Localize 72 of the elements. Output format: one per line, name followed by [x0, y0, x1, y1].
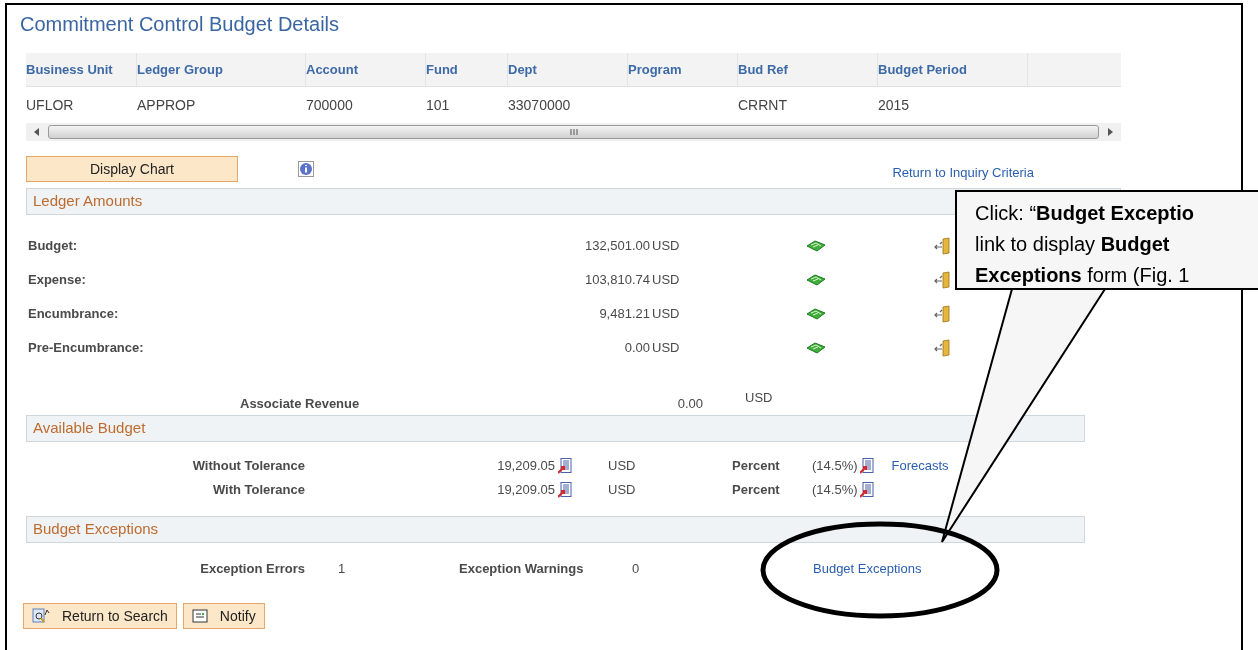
currency: USD — [651, 271, 681, 290]
column-header: Ledger Group — [137, 60, 223, 79]
search-return-icon — [32, 608, 50, 624]
column-header: Bud Ref — [738, 60, 788, 79]
return-to-inquiry-link[interactable]: Return to Inquiry Criteria — [892, 163, 1034, 183]
amount: 132,501.00 — [583, 237, 650, 256]
book-icon[interactable] — [806, 341, 826, 355]
ledger-label: Encumbrance: — [27, 305, 120, 324]
exception-warnings-count: 0 — [632, 560, 641, 579]
column-header: Fund — [426, 60, 458, 79]
scroll-grip-icon[interactable] — [569, 129, 578, 135]
column-header: Budget Period — [878, 60, 967, 79]
table-cell: APPROP — [137, 97, 196, 113]
amount: 19,209.05 — [496, 457, 555, 476]
table-cell: UFLOR — [26, 97, 74, 113]
footer-button[interactable]: Notify — [182, 603, 265, 629]
tolerance-label: Without Tolerance — [191, 457, 305, 476]
footer-button[interactable]: Return to Search — [23, 603, 177, 629]
forecasts-link[interactable]: Forecasts — [891, 456, 949, 476]
book-icon[interactable] — [806, 239, 826, 253]
amount: 19,209.05 — [496, 481, 555, 500]
currency: USD — [608, 481, 637, 500]
column-header: Account — [306, 60, 358, 79]
notify-icon — [191, 609, 208, 623]
report-icon[interactable] — [859, 482, 874, 498]
door-arrow-icon[interactable] — [934, 271, 952, 289]
currency: USD — [651, 237, 681, 256]
currency: USD — [745, 388, 773, 407]
section-title: Available Budget — [33, 418, 146, 439]
percent-value: (14.5%) — [812, 457, 858, 476]
amount: 0.00 — [676, 394, 703, 413]
table-cell: 2015 — [878, 97, 910, 113]
report-icon[interactable] — [558, 458, 572, 474]
table-cell: 33070000 — [508, 97, 571, 113]
column-header: Program — [628, 60, 682, 79]
section-title: Budget Exceptions — [33, 519, 159, 540]
currency: USD — [608, 457, 637, 476]
budget-exceptions-link[interactable]: Budget Exceptions — [813, 559, 922, 579]
table-cell: 700000 — [306, 97, 353, 113]
book-icon[interactable] — [806, 307, 826, 321]
percent-label: Percent — [732, 481, 781, 500]
info-icon[interactable] — [298, 161, 314, 177]
book-icon[interactable] — [806, 273, 826, 287]
door-arrow-icon[interactable] — [934, 305, 952, 323]
exception-warnings-label: Exception Warnings — [459, 560, 585, 579]
report-icon[interactable] — [859, 458, 874, 474]
currency: USD — [651, 305, 681, 324]
horizontal-scrollbar[interactable] — [26, 123, 1121, 141]
table-cell: CRRNT — [738, 97, 787, 113]
callout-text: Click: “Budget Exceptio link to display Budget Exceptions form (Fig. 1 — [975, 201, 1195, 288]
column-header: Business Unit — [26, 60, 113, 79]
amount: 103,810.74 — [583, 271, 650, 290]
page-title: Commitment Control Budget Details — [20, 12, 340, 36]
ledger-label: Budget: — [27, 237, 79, 256]
display-chart-button[interactable]: Display Chart — [26, 156, 238, 182]
exception-errors-count: 1 — [338, 560, 347, 579]
table-cell: 101 — [426, 97, 450, 113]
report-icon[interactable] — [558, 482, 572, 498]
tolerance-label: With Tolerance — [211, 481, 305, 500]
ledger-label: Expense: — [27, 271, 87, 290]
column-header: Dept — [508, 60, 537, 79]
amount: 9,481.21 — [598, 305, 650, 324]
percent-value: (14.5%) — [812, 481, 858, 500]
door-arrow-icon[interactable] — [934, 339, 952, 357]
associate-revenue-label: Associate Revenue — [240, 394, 361, 413]
ledger-label: Pre-Encumbrance: — [27, 339, 145, 358]
exception-errors-label: Exception Errors — [199, 560, 305, 579]
door-arrow-icon[interactable] — [934, 237, 952, 255]
currency: USD — [651, 339, 681, 358]
percent-label: Percent — [732, 457, 781, 476]
amount: 0.00 — [623, 339, 650, 358]
section-title: Ledger Amounts — [33, 191, 143, 212]
